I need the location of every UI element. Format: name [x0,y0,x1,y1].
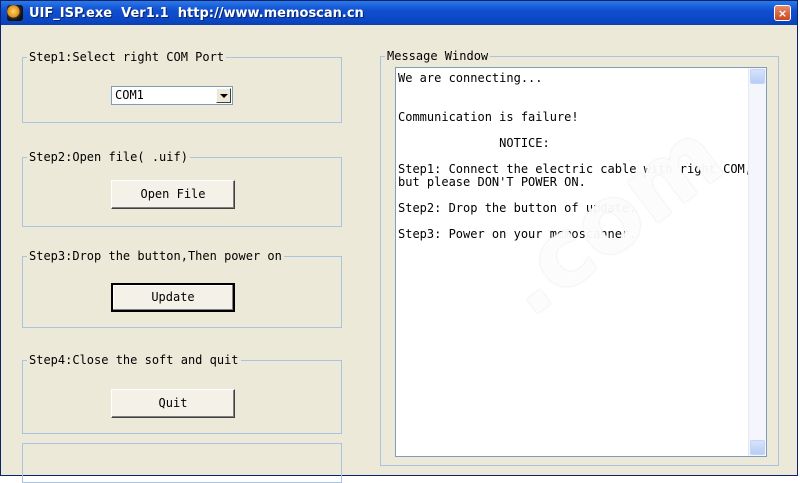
message-window-group: Message Window We are connecting... Commu… [380,49,779,466]
chevron-down-icon[interactable] [216,88,231,103]
step4-group: Step4:Close the soft and quit Quit [22,353,342,434]
step1-legend: Step1:Select right COM Port [27,50,227,64]
quit-button[interactable]: Quit [111,389,235,418]
app-window: UIF_ISP.exe Ver1.1 http://www.memoscan.c… [0,0,798,483]
message-line: Step3: Power on your memoscanner. [398,227,637,241]
message-line: NOTICE: [398,136,550,150]
update-button[interactable]: Update [111,283,235,312]
client-area: Step1:Select right COM Port COM1 Step2:O… [4,25,794,483]
com-port-select[interactable]: COM1 [111,86,233,105]
message-line: but please DON'T POWER ON. [398,175,586,189]
step4-legend: Step4:Close the soft and quit [27,353,241,367]
message-line [398,85,748,98]
message-log: We are connecting... Communication is fai… [398,71,752,241]
message-line: We are connecting... [398,71,543,85]
bottom-group [22,443,342,483]
message-line: Step2: Drop the button of update. [398,201,637,215]
close-button[interactable]: × [774,5,791,21]
message-window-legend: Message Window [385,49,491,63]
scroll-down-button[interactable] [750,440,765,455]
step3-group: Step3:Drop the button,Then power on Upda… [22,249,342,328]
scroll-up-button[interactable] [750,69,765,84]
app-icon [7,5,23,21]
message-scrollbar[interactable] [748,68,766,456]
message-textarea[interactable]: We are connecting... Communication is fai… [395,67,767,457]
window-title: UIF_ISP.exe Ver1.1 http://www.memoscan.c… [29,5,364,21]
step2-legend: Step2:Open file( .uif) [27,150,190,164]
com-port-value: COM1 [115,88,144,102]
open-file-button[interactable]: Open File [111,180,235,209]
title-bar[interactable]: UIF_ISP.exe Ver1.1 http://www.memoscan.c… [1,1,797,25]
message-line: Communication is failure! [398,110,579,124]
step3-legend: Step3:Drop the button,Then power on [27,249,284,263]
step2-group: Step2:Open file( .uif) Open File [22,150,342,227]
step1-group: Step1:Select right COM Port COM1 [22,50,342,123]
